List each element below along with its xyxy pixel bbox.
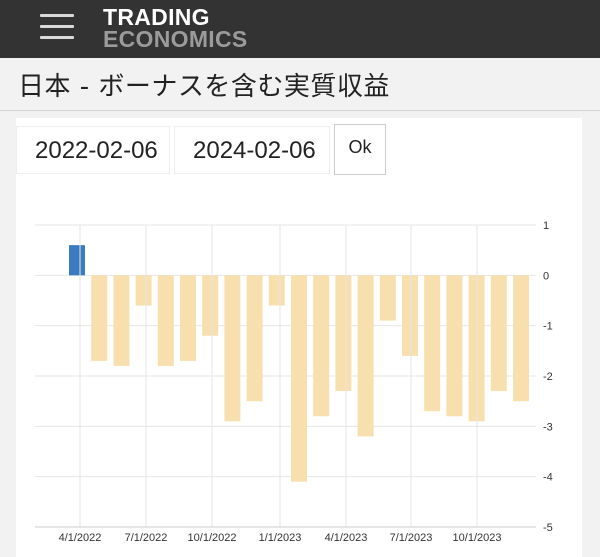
bar bbox=[69, 245, 85, 276]
x-tick-label: 7/1/2023 bbox=[390, 532, 433, 544]
x-tick-label: 4/1/2023 bbox=[325, 532, 368, 544]
bar bbox=[113, 275, 130, 366]
y-tick-label: -2 bbox=[543, 371, 553, 383]
x-tick-label: 10/1/2022 bbox=[188, 532, 237, 544]
bar bbox=[335, 275, 352, 392]
x-tick-label: 1/1/2023 bbox=[259, 532, 302, 544]
x-tick-label: 7/1/2022 bbox=[125, 532, 168, 544]
x-tick-label: 4/1/2022 bbox=[59, 532, 102, 544]
bar-chart: 1 0 -1 -2 -3 -4 -5 4/1/2022 7/1/2022 10/1/2022 1/1… bbox=[35, 220, 553, 544]
y-tick-label: -5 bbox=[543, 522, 553, 534]
bar bbox=[268, 275, 285, 306]
y-tick-label: 0 bbox=[543, 270, 549, 282]
bar bbox=[357, 275, 374, 437]
y-tick-label: -1 bbox=[543, 321, 553, 333]
bar bbox=[513, 275, 529, 402]
bar bbox=[424, 275, 441, 412]
y-tick-label: -4 bbox=[543, 472, 553, 484]
y-tick-label: 1 bbox=[543, 220, 549, 232]
bar bbox=[91, 275, 108, 361]
bar bbox=[313, 275, 330, 417]
bar bbox=[246, 275, 263, 402]
bar bbox=[157, 275, 174, 366]
bar bbox=[402, 275, 418, 356]
bar bbox=[180, 275, 196, 361]
x-tick-label: 10/1/2023 bbox=[453, 532, 502, 544]
bar bbox=[291, 275, 307, 482]
bar bbox=[490, 275, 507, 392]
bar bbox=[135, 275, 152, 306]
bar bbox=[224, 275, 241, 422]
bar bbox=[202, 275, 219, 336]
bar bbox=[379, 275, 396, 321]
bar bbox=[446, 275, 463, 417]
y-tick-label: -3 bbox=[543, 421, 553, 433]
